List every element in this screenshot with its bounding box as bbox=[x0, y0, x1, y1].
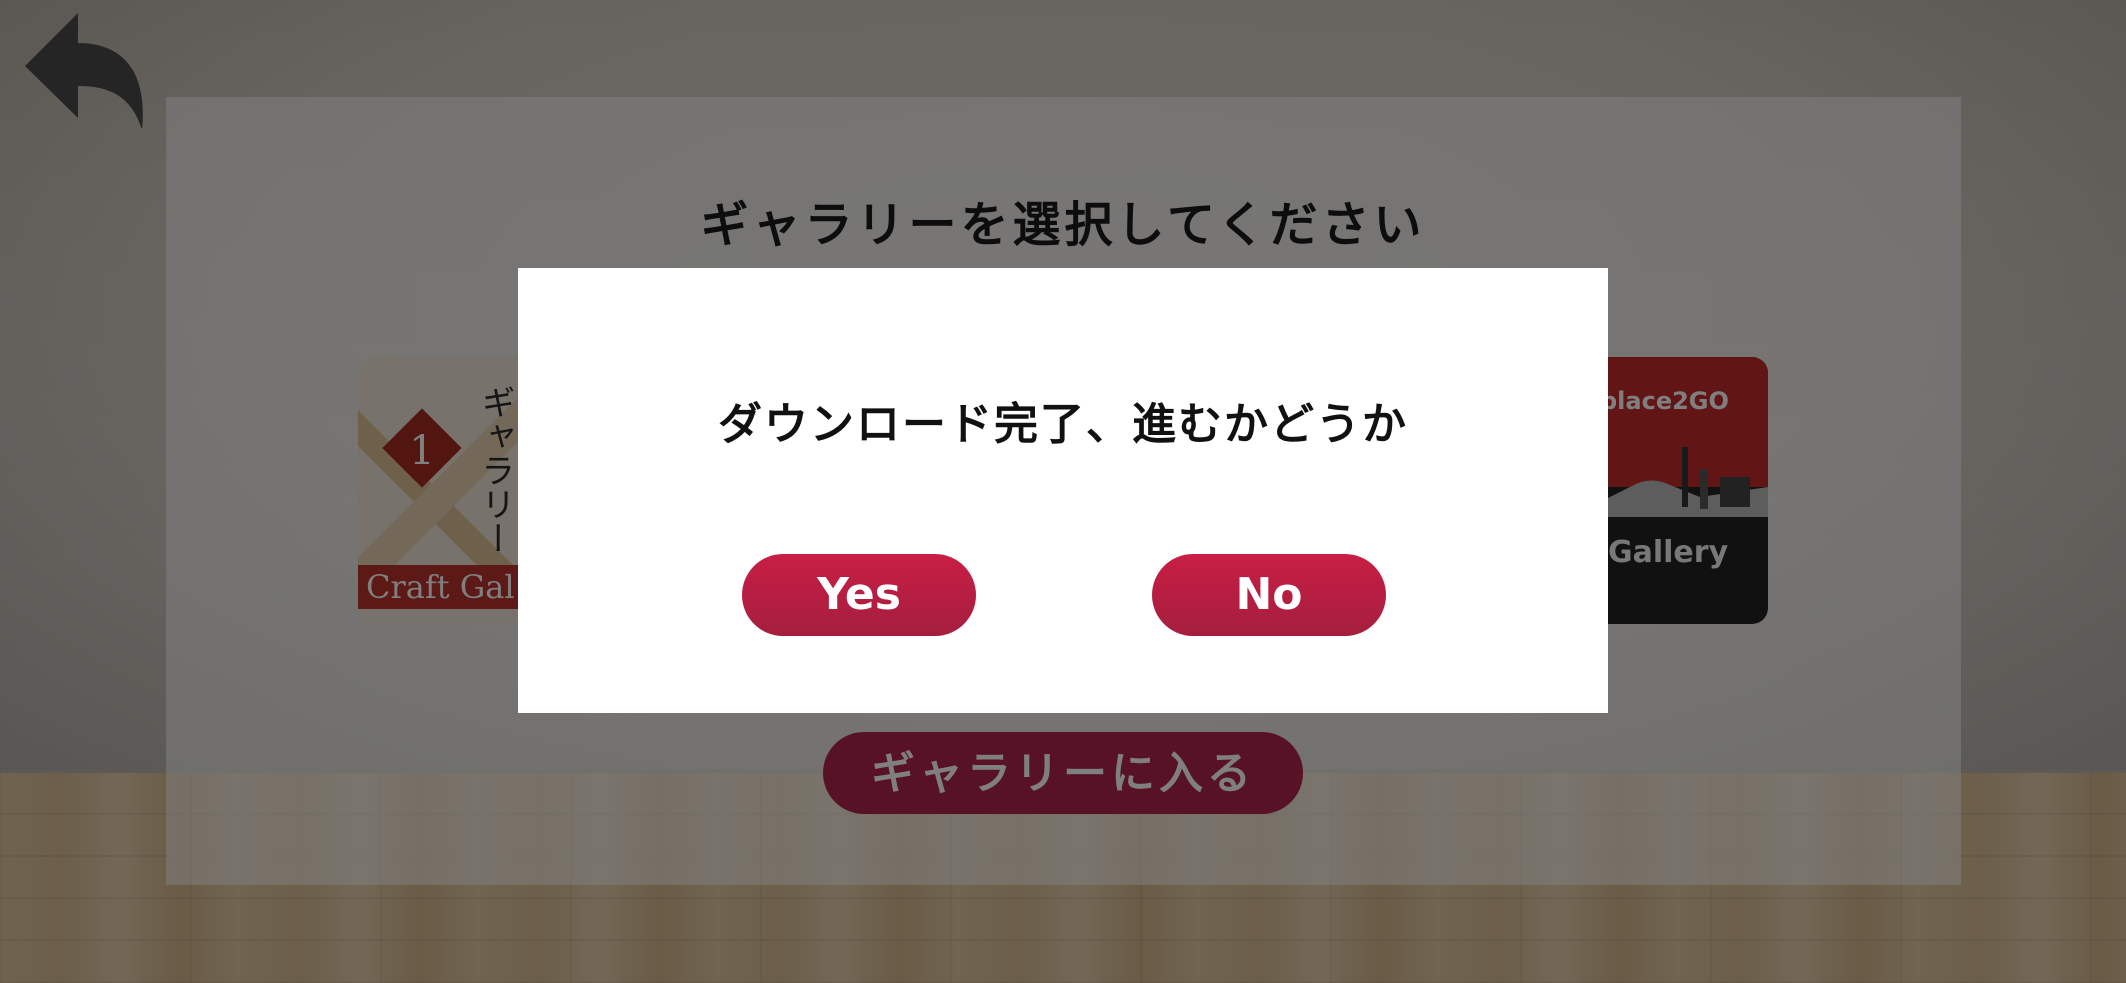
app-screen: ギャラリーを選択してください 1 ギャラリー Craft Gal place2G… bbox=[0, 0, 2126, 983]
yes-button[interactable]: Yes bbox=[742, 554, 976, 636]
dialog-message: ダウンロード完了、進むかどうか bbox=[718, 399, 1408, 450]
download-complete-dialog: ダウンロード完了、進むかどうか Yes No bbox=[518, 268, 1608, 713]
no-button[interactable]: No bbox=[1152, 554, 1386, 636]
